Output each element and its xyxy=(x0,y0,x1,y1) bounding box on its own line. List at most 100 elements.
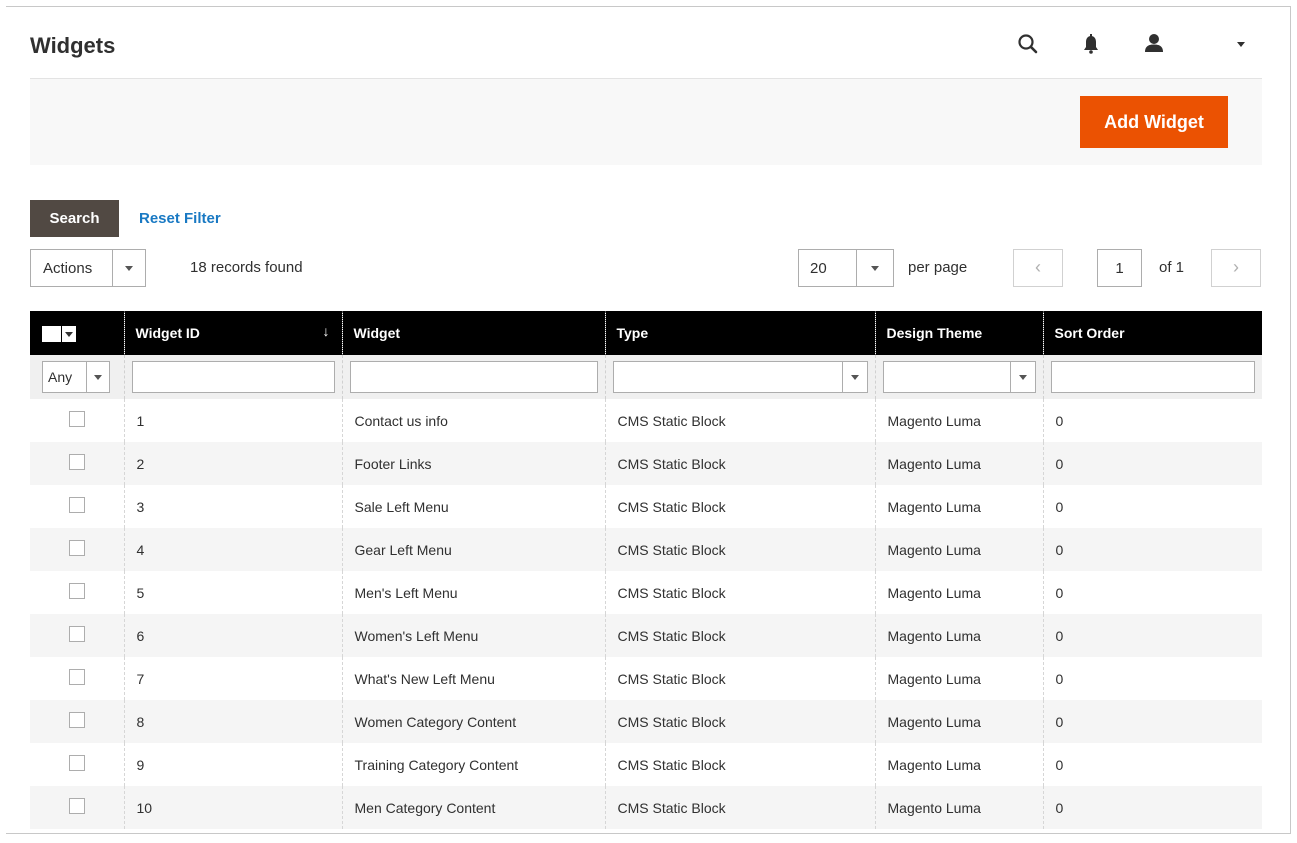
chevron-down-icon[interactable] xyxy=(1009,362,1035,392)
col-header-widget-id[interactable]: Widget ID ↓ xyxy=(123,311,342,355)
cell-type: CMS Static Block xyxy=(604,485,875,528)
col-header-widget[interactable]: Widget xyxy=(341,311,605,355)
table-row[interactable]: 6 Women's Left Menu CMS Static Block Magent… xyxy=(30,614,1262,657)
cell-sort-order: 0 xyxy=(1042,614,1262,657)
chevron-down-icon[interactable] xyxy=(841,362,867,392)
col-header-type[interactable]: Type xyxy=(604,311,875,355)
cell-sort-order: 0 xyxy=(1042,700,1262,743)
per-page-dropdown[interactable]: 20 xyxy=(798,249,894,287)
cell-widget-id: 9 xyxy=(123,743,342,786)
table-row[interactable]: 3 Sale Left Menu CMS Static Block Magento L… xyxy=(30,485,1262,528)
table-row[interactable]: 7 What's New Left Menu CMS Static Block Mag… xyxy=(30,657,1262,700)
row-checkbox[interactable] xyxy=(68,453,85,470)
col-header-label: Sort Order xyxy=(1054,325,1125,341)
filter-type-select[interactable] xyxy=(612,361,868,393)
table-row[interactable]: 1 Contact us info CMS Static Block Magento … xyxy=(30,399,1262,442)
grid-body: 1 Contact us info CMS Static Block Magento … xyxy=(30,399,1262,829)
next-page-button[interactable]: › xyxy=(1211,249,1261,287)
search-button[interactable]: Search xyxy=(30,200,119,237)
reset-filter-link[interactable]: Reset Filter xyxy=(139,210,221,227)
page-title: Widgets xyxy=(30,33,116,58)
cell-sort-order: 0 xyxy=(1042,528,1262,571)
filter-design-theme-select[interactable] xyxy=(882,361,1036,393)
table-row[interactable]: 5 Men's Left Menu CMS Static Block Magento … xyxy=(30,571,1262,614)
col-header-label: Widget ID xyxy=(135,325,200,341)
sort-arrow-icon: ↓ xyxy=(322,323,330,339)
filter-widget-input[interactable] xyxy=(349,361,598,393)
chevron-down-icon[interactable] xyxy=(62,325,76,342)
cell-design-theme: Magento Luma xyxy=(874,399,1043,442)
mass-filter-dropdown[interactable]: Any xyxy=(42,361,110,393)
cell-widget-id: 5 xyxy=(123,571,342,614)
cell-design-theme: Magento Luma xyxy=(874,786,1043,829)
cell-design-theme: Magento Luma xyxy=(874,442,1043,485)
filter-cell xyxy=(874,355,1043,399)
table-row[interactable]: 2 Footer Links CMS Static Block Magento Lum… xyxy=(30,442,1262,485)
filter-widget-id-input[interactable] xyxy=(131,361,335,393)
table-row[interactable]: 10 Men Category Content CMS Static Block Ma… xyxy=(30,786,1262,829)
chevron-down-icon[interactable] xyxy=(856,250,893,286)
col-header-design-theme[interactable]: Design Theme xyxy=(874,311,1043,355)
chevron-down-icon[interactable] xyxy=(112,250,145,286)
cell-design-theme: Magento Luma xyxy=(874,700,1043,743)
row-select-cell xyxy=(30,743,124,786)
col-header-sort-order[interactable]: Sort Order xyxy=(1042,311,1262,355)
row-checkbox[interactable] xyxy=(68,539,85,556)
row-checkbox[interactable] xyxy=(68,668,85,685)
row-checkbox[interactable] xyxy=(68,754,85,771)
cell-widget: What's New Left Menu xyxy=(341,657,605,700)
per-page-value: 20 xyxy=(810,260,827,277)
bell-icon[interactable] xyxy=(1078,31,1104,57)
cell-widget-id: 1 xyxy=(123,399,342,442)
previous-page-button[interactable]: ‹ xyxy=(1013,249,1063,287)
table-row[interactable]: 4 Gear Left Menu CMS Static Block Magento L… xyxy=(30,528,1262,571)
cell-design-theme: Magento Luma xyxy=(874,571,1043,614)
cell-sort-order: 0 xyxy=(1042,657,1262,700)
chevron-down-icon[interactable] xyxy=(86,362,109,392)
cell-widget-id: 4 xyxy=(123,528,342,571)
row-select-cell xyxy=(30,442,124,485)
filter-cell xyxy=(604,355,875,399)
row-checkbox[interactable] xyxy=(68,410,85,427)
cell-widget: Sale Left Menu xyxy=(341,485,605,528)
user-icon[interactable] xyxy=(1141,31,1167,57)
filter-sort-order-input[interactable] xyxy=(1050,361,1255,393)
add-widget-button[interactable]: Add Widget xyxy=(1080,96,1228,148)
actions-label: Actions xyxy=(43,260,93,277)
row-select-cell xyxy=(30,614,124,657)
records-count: 18 records found xyxy=(190,259,303,276)
search-icon[interactable] xyxy=(1015,31,1041,57)
col-header-label: Design Theme xyxy=(886,325,983,341)
cell-type: CMS Static Block xyxy=(604,614,875,657)
page-total: of 1 xyxy=(1159,259,1185,276)
row-checkbox[interactable] xyxy=(68,797,85,814)
row-checkbox[interactable] xyxy=(68,582,85,599)
page-number-input[interactable] xyxy=(1097,249,1142,287)
col-header-label: Type xyxy=(616,325,649,341)
table-row[interactable]: 8 Women Category Content CMS Static Block M… xyxy=(30,700,1262,743)
cell-widget-id: 7 xyxy=(123,657,342,700)
table-row[interactable]: 9 Training Category Content CMS Static Blo… xyxy=(30,743,1262,786)
row-checkbox[interactable] xyxy=(68,625,85,642)
mass-select-dropdown[interactable] xyxy=(42,325,76,342)
cell-widget: Men Category Content xyxy=(341,786,605,829)
cell-type: CMS Static Block xyxy=(604,571,875,614)
widgets-grid: Widget ID ↓ Widget Type Design Theme Sor… xyxy=(30,311,1262,829)
cell-sort-order: 0 xyxy=(1042,571,1262,614)
row-checkbox[interactable] xyxy=(68,711,85,728)
row-select-cell xyxy=(30,657,124,700)
cell-widget: Gear Left Menu xyxy=(341,528,605,571)
page-header: Widgets xyxy=(30,7,1262,79)
cell-widget-id: 8 xyxy=(123,700,342,743)
actions-dropdown[interactable]: Actions xyxy=(30,249,146,287)
filter-cell xyxy=(341,355,605,399)
row-select-cell xyxy=(30,571,124,614)
chevron-down-icon[interactable] xyxy=(1228,31,1254,57)
cell-widget: Men's Left Menu xyxy=(341,571,605,614)
mass-filter-value: Any xyxy=(48,369,73,385)
filter-cell xyxy=(123,355,342,399)
cell-type: CMS Static Block xyxy=(604,528,875,571)
cell-widget-id: 3 xyxy=(123,485,342,528)
cell-sort-order: 0 xyxy=(1042,743,1262,786)
row-checkbox[interactable] xyxy=(68,496,85,513)
